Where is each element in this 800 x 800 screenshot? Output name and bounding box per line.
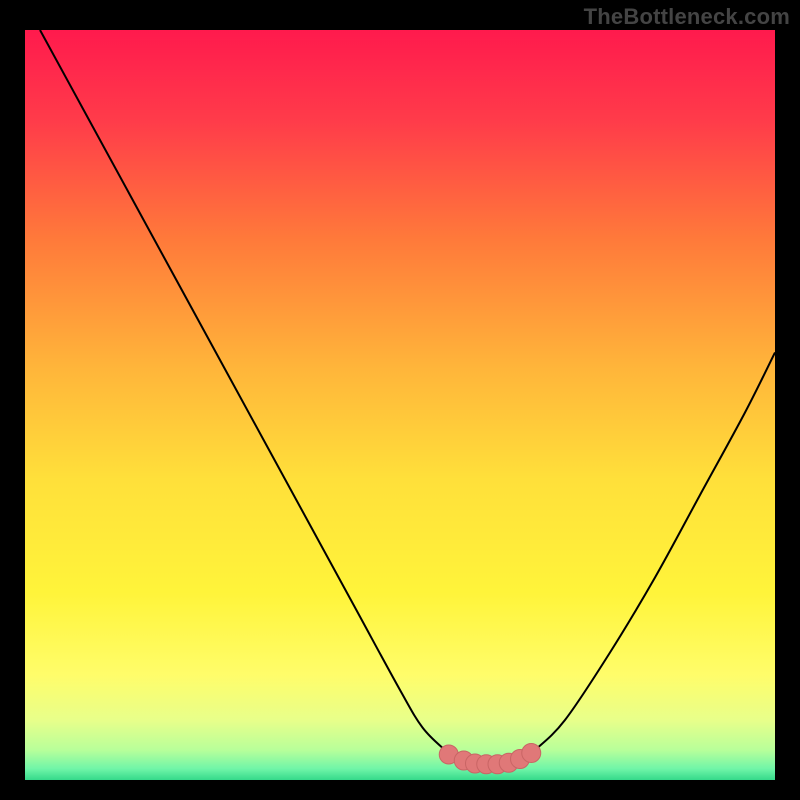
chart-stage: TheBottleneck.com xyxy=(0,0,800,800)
gradient-background xyxy=(25,30,775,780)
watermark-text: TheBottleneck.com xyxy=(584,4,790,30)
plot-area xyxy=(25,30,775,780)
marker-dot xyxy=(522,744,541,763)
bottleneck-chart xyxy=(25,30,775,780)
